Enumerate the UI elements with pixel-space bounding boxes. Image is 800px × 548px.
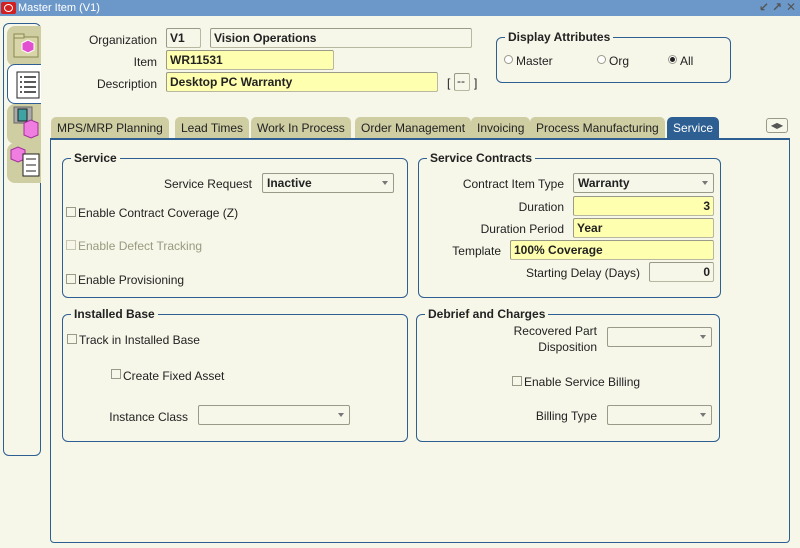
close-icon[interactable]: ✕: [785, 1, 797, 14]
dropdown-arrow-icon: [338, 413, 344, 417]
installed-base-title: Installed Base: [71, 307, 158, 321]
side-tab-categories[interactable]: [7, 143, 41, 183]
tab-service[interactable]: Service: [667, 117, 720, 139]
instance-class-select[interactable]: [198, 405, 350, 425]
starting-delay-field[interactable]: 0: [649, 262, 714, 282]
list-icon: [16, 71, 40, 99]
duration-period-label: Duration Period: [480, 222, 564, 236]
recovered-part-label-line1: Recovered Part: [513, 324, 597, 338]
master-radio-label[interactable]: Master: [516, 54, 553, 68]
recovered-part-label-line2: Disposition: [538, 340, 597, 354]
template-label: Template: [452, 244, 501, 258]
scroll-arrows-icon: ◀▶: [770, 121, 784, 130]
enable-contract-coverage-label[interactable]: Enable Contract Coverage (Z): [78, 206, 238, 220]
contract-item-type-label: Contract Item Type: [462, 177, 564, 191]
contract-item-type-select[interactable]: Warranty: [573, 173, 714, 193]
dropdown-arrow-icon: [702, 181, 708, 185]
billing-type-label: Billing Type: [535, 409, 597, 423]
organization-code-field[interactable]: V1: [166, 28, 201, 48]
side-tab-list[interactable]: [7, 64, 41, 104]
flex-bracket-close: ]: [474, 76, 478, 90]
service-request-label: Service Request: [163, 177, 252, 191]
tab-scroll-button[interactable]: ◀▶: [766, 118, 788, 133]
debrief-charges-title: Debrief and Charges: [425, 307, 549, 321]
track-installed-base-label[interactable]: Track in Installed Base: [79, 333, 200, 347]
duration-label: Duration: [518, 200, 564, 214]
flex-bracket-open: [: [447, 76, 451, 90]
item-label: Item: [133, 55, 157, 69]
side-tab-main[interactable]: [7, 26, 41, 66]
service-request-select[interactable]: Inactive: [262, 173, 394, 193]
service-contracts-title: Service Contracts: [427, 151, 536, 165]
enable-defect-tracking-checkbox: [66, 240, 76, 250]
tab-process-manufacturing[interactable]: Process Manufacturing: [530, 117, 665, 139]
enable-contract-coverage-checkbox[interactable]: [66, 207, 76, 217]
recovered-part-disposition-select[interactable]: [607, 327, 712, 347]
billing-type-select[interactable]: [607, 405, 712, 425]
minimize-icon[interactable]: ↙: [758, 1, 770, 14]
enable-service-billing-label[interactable]: Enable Service Billing: [524, 375, 640, 389]
duration-field[interactable]: 3: [573, 196, 714, 216]
folder-cube-icon: [13, 33, 39, 58]
tab-invoicing[interactable]: Invoicing: [471, 117, 531, 139]
template-field[interactable]: 100% Coverage: [510, 240, 714, 260]
master-radio[interactable]: [504, 55, 513, 64]
item-field[interactable]: WR11531: [166, 50, 334, 70]
organization-label: Organization: [88, 33, 157, 47]
side-tab-organization[interactable]: [7, 104, 41, 144]
organization-name-field[interactable]: Vision Operations: [210, 28, 472, 48]
display-attributes-title: Display Attributes: [505, 30, 614, 44]
track-installed-base-checkbox[interactable]: [67, 334, 77, 344]
starting-delay-label: Starting Delay (Days): [525, 266, 640, 280]
tab-lead-times[interactable]: Lead Times: [175, 117, 250, 139]
tab-order-management[interactable]: Order Management: [355, 117, 472, 139]
all-radio[interactable]: [668, 55, 677, 64]
org-radio-label[interactable]: Org: [609, 54, 629, 68]
cube-list-icon: [10, 146, 40, 177]
oracle-logo-icon: [1, 2, 16, 14]
enable-defect-tracking-label: Enable Defect Tracking: [78, 239, 203, 253]
building-cube-icon: [13, 106, 39, 139]
description-label: Description: [96, 77, 157, 91]
window-title: Master Item (V1): [18, 2, 100, 14]
dropdown-arrow-icon: [382, 181, 388, 185]
create-fixed-asset-label[interactable]: Create Fixed Asset: [123, 369, 224, 383]
enable-provisioning-label[interactable]: Enable Provisioning: [78, 273, 184, 287]
enable-provisioning-checkbox[interactable]: [66, 274, 76, 284]
contract-item-type-value: Warranty: [578, 176, 630, 190]
tab-work-in-process[interactable]: Work In Process: [251, 117, 351, 139]
maximize-icon[interactable]: ↗: [771, 1, 783, 14]
tab-mps-mrp-planning[interactable]: MPS/MRP Planning: [51, 117, 169, 139]
instance-class-label: Instance Class: [109, 410, 188, 424]
all-radio-label[interactable]: All: [680, 54, 693, 68]
duration-period-field[interactable]: Year: [573, 218, 714, 238]
title-bar: Master Item (V1) ↙ ↗ ✕: [0, 0, 800, 16]
flexfield-button[interactable]: --: [454, 73, 470, 91]
create-fixed-asset-checkbox[interactable]: [111, 369, 121, 379]
dropdown-arrow-icon: [700, 335, 706, 339]
service-request-value: Inactive: [267, 176, 312, 190]
enable-service-billing-checkbox[interactable]: [512, 376, 522, 386]
description-field[interactable]: Desktop PC Warranty: [166, 72, 438, 92]
org-radio[interactable]: [597, 55, 606, 64]
service-group-title: Service: [71, 151, 120, 165]
dropdown-arrow-icon: [700, 413, 706, 417]
